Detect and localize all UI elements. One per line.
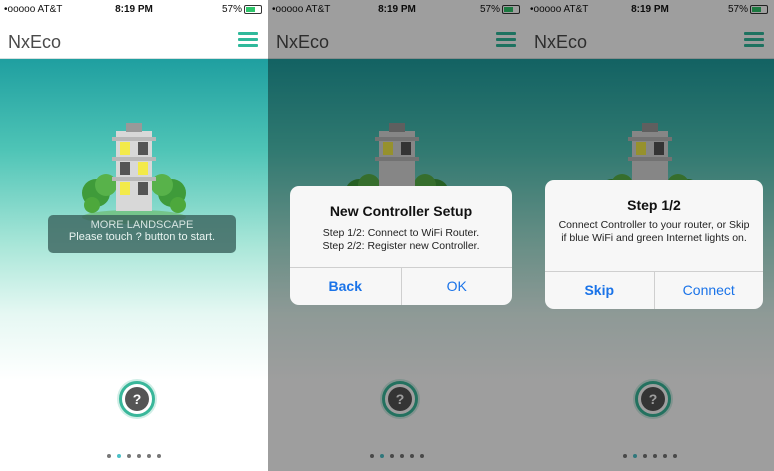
phone-screen-1: •ooooo AT&T 8:19 PM 57% NxEco MORE LANDS… [0,0,268,471]
alert-buttons: Skip Connect [545,271,763,309]
page-indicator [0,445,268,463]
battery-indicator: 57% [222,4,262,15]
main-content: MORE LANDSCAPE Please touch ? button to … [0,59,268,471]
page-dot [127,454,131,458]
skip-button[interactable]: Skip [545,272,654,309]
page-dot [107,454,111,458]
hamburger-menu-icon[interactable] [238,32,258,48]
alert-title: New Controller Setup [329,203,473,219]
status-bar: •ooooo AT&T 8:19 PM 57% [0,0,268,18]
alert-step-1: Step 1/2: Connect to WiFi Router. [322,227,480,239]
page-dot-active [117,454,121,458]
step-alert: Step 1/2 Connect Controller to your rout… [545,180,763,309]
phone-screen-3: •ooooo AT&T 8:19 PM 57% NxEco ? Step 1/2… [526,0,774,471]
app-title: NxEco [8,32,62,52]
ok-button[interactable]: OK [400,268,513,305]
toast-message: Please touch ? button to start. [68,231,216,243]
alert-step-2: Step 2/2: Register new Controller. [322,240,480,252]
building-illustration [82,123,186,224]
start-hint-toast: MORE LANDSCAPE Please touch ? button to … [48,215,236,253]
page-dot [147,454,151,458]
battery-percent: 57% [221,4,242,15]
help-button[interactable]: ? [119,381,155,417]
alert-title: Step 1/2 [627,197,681,213]
back-button[interactable]: Back [290,268,401,305]
nav-bar: NxEco [0,22,268,59]
toast-title: MORE LANDSCAPE [90,219,194,231]
question-mark-icon: ? [125,387,149,411]
page-dot [137,454,141,458]
phone-screen-2: •ooooo AT&T 8:19 PM 57% NxEco ? New Cont… [268,0,526,471]
battery-icon [244,4,262,14]
page-dot [157,454,161,458]
controller-setup-alert: New Controller Setup Step 1/2: Connect t… [290,186,512,305]
connect-button[interactable]: Connect [653,272,764,309]
alert-message: Connect Controller to your router, or Sk… [558,219,750,244]
alert-message: Step 1/2: Connect to WiFi Router. Step 2… [290,227,512,253]
alert-buttons: Back OK [290,267,512,305]
